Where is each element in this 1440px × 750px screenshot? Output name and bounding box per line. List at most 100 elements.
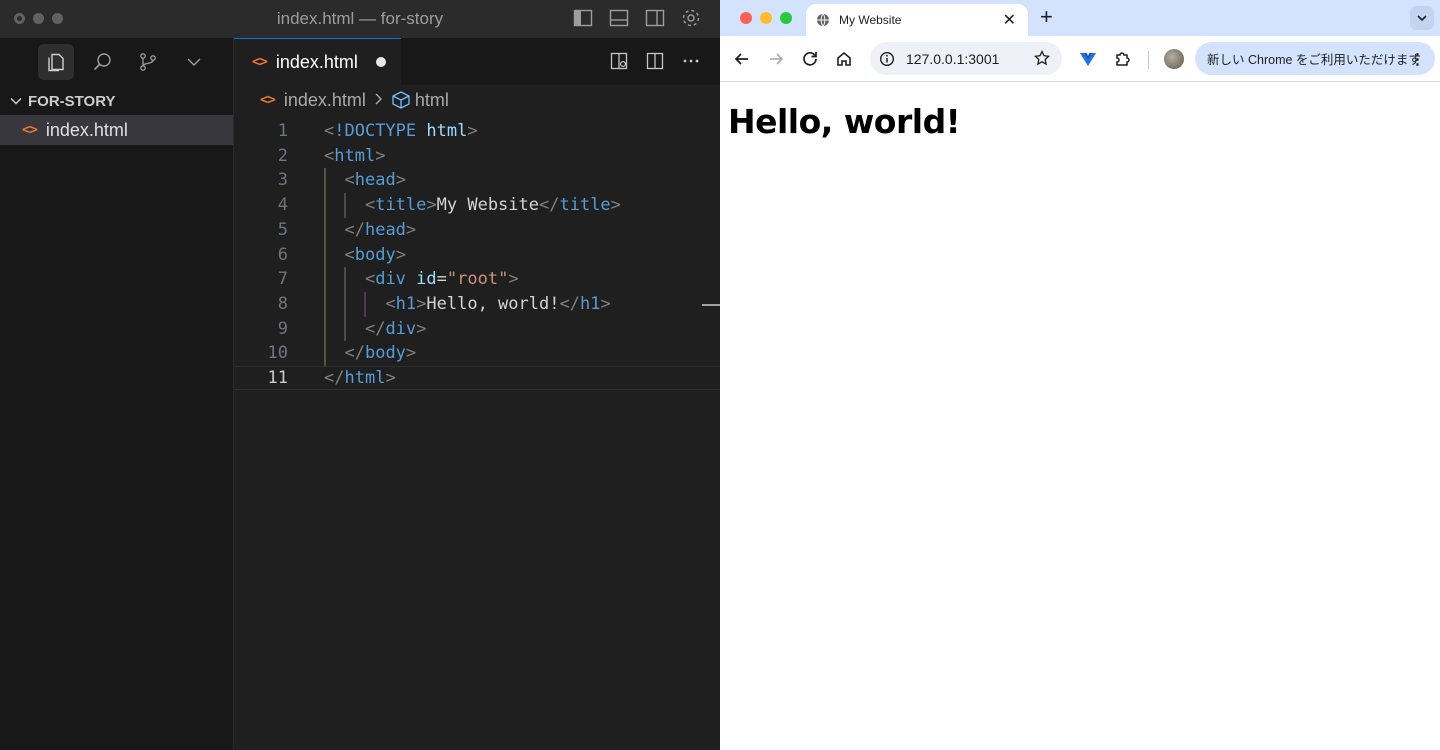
globe-icon — [817, 13, 829, 27]
editor-tabbar: <> index.html — [234, 38, 720, 85]
browser-tab-title: My Website — [839, 13, 902, 27]
toggle-panel-icon[interactable] — [608, 7, 630, 29]
breadcrumb: <> index.html html — [234, 85, 720, 115]
search-icon — [93, 53, 111, 71]
tab-search-button[interactable] — [1410, 6, 1434, 30]
maximize-window-button[interactable] — [780, 12, 792, 24]
code-line[interactable]: 11 </html> — [234, 366, 720, 390]
line-number: 5 — [277, 219, 288, 240]
code-text: <h1>Hello, world!</h1> — [385, 293, 611, 314]
chrome-update-button[interactable]: 新しい Chrome をご利用いただけます ⋮ — [1195, 42, 1435, 75]
update-chip-label: 新しい Chrome をご利用いただけます — [1207, 53, 1421, 67]
indent-guide — [344, 193, 346, 218]
indent-guide — [324, 168, 326, 366]
code-text: <html> — [324, 145, 386, 166]
code-text: <head> — [344, 170, 406, 191]
toolbar-divider — [1148, 51, 1149, 69]
code-text: <title>My Website</title> — [364, 195, 621, 216]
symbol-cube-icon — [392, 91, 410, 109]
url-text: 127.0.0.1:3001 — [906, 50, 1000, 67]
breadcrumb-symbol[interactable]: html — [390, 90, 449, 111]
html-file-icon: <> — [252, 54, 268, 70]
chevron-down-icon — [10, 97, 22, 105]
files-icon — [48, 53, 64, 72]
breadcrumb-symbol-label: html — [414, 89, 449, 110]
code-line[interactable]: 8 <h1>Hello, world!</h1> — [234, 292, 720, 316]
folder-row[interactable]: FOR-STORY — [0, 87, 233, 115]
chevron-right-icon — [373, 90, 383, 111]
folder-name: FOR-STORY — [28, 92, 116, 110]
open-preview-icon[interactable] — [608, 50, 630, 72]
close-tab-icon[interactable]: ✕ — [1003, 10, 1016, 30]
code-text: <body> — [344, 244, 406, 265]
line-number: 6 — [277, 244, 288, 265]
code-line[interactable]: 7 <div id="root"> — [234, 267, 720, 291]
toggle-secondary-sidebar-icon[interactable] — [644, 7, 666, 29]
source-control-icon — [140, 53, 156, 71]
explorer-view-button[interactable] — [38, 44, 74, 80]
address-bar[interactable]: 127.0.0.1:3001 — [870, 42, 1062, 75]
breadcrumb-file-label: index.html — [283, 89, 366, 110]
scrollbar-marker[interactable] — [702, 303, 720, 306]
file-name: index.html — [45, 119, 128, 140]
chrome-tabstrip: My Website ✕ + — [720, 0, 1440, 36]
line-number: 4 — [277, 195, 288, 216]
vscode-titlebar: index.html — for-story — [0, 0, 720, 38]
browser-tab[interactable]: My Website ✕ — [806, 4, 1028, 36]
html-file-icon: <> — [260, 92, 276, 108]
code-line[interactable]: 1 <!DOCTYPE html> — [234, 119, 720, 143]
home-icon[interactable] — [834, 49, 854, 69]
html-file-icon: <> — [22, 122, 38, 138]
new-tab-button[interactable]: + — [1040, 4, 1053, 30]
line-number: 3 — [277, 170, 288, 191]
code-line[interactable]: 4 <title>My Website</title> — [234, 193, 720, 217]
breadcrumb-file[interactable]: <> index.html — [260, 90, 366, 111]
back-arrow-icon[interactable] — [732, 49, 752, 69]
vue-devtools-extension-icon[interactable] — [1078, 49, 1098, 69]
code-text: </div> — [364, 318, 427, 339]
chevron-down-icon — [1417, 15, 1427, 22]
explorer-sidebar: FOR-STORY <> index.html — [0, 38, 234, 750]
line-number: 2 — [277, 145, 288, 166]
more-views-button[interactable] — [176, 44, 212, 80]
chrome-toolbar: 127.0.0.1:3001 新しい Chrome をご利用いただけます ⋮ — [720, 36, 1440, 82]
code-line[interactable]: 2 <html> — [234, 144, 720, 168]
more-actions-icon[interactable] — [680, 50, 702, 72]
source-control-view-button[interactable] — [130, 44, 166, 80]
close-window-button[interactable] — [740, 12, 752, 24]
line-number: 8 — [277, 293, 288, 314]
page-heading: Hello, world! — [728, 102, 961, 141]
code-line[interactable]: 9 </div> — [234, 317, 720, 341]
search-view-button[interactable] — [84, 44, 120, 80]
editor-tab-label: index.html — [275, 51, 358, 72]
bookmark-star-icon[interactable] — [1034, 50, 1050, 66]
code-line[interactable]: 10 </body> — [234, 341, 720, 365]
file-item-index-html[interactable]: <> index.html — [0, 115, 233, 145]
site-info-icon[interactable] — [879, 51, 895, 67]
code-line[interactable]: 6 <body> — [234, 243, 720, 267]
unsaved-dot-icon[interactable] — [375, 57, 386, 67]
code-text: </head> — [344, 219, 417, 240]
line-number: 7 — [277, 269, 288, 290]
minimize-window-button[interactable] — [760, 12, 772, 24]
reload-icon[interactable] — [800, 49, 820, 69]
line-number: 10 — [267, 343, 288, 364]
code-text: </body> — [344, 343, 417, 364]
chrome-window-controls — [740, 12, 792, 24]
split-editor-icon[interactable] — [644, 50, 666, 72]
indent-guide — [344, 267, 346, 342]
toggle-primary-sidebar-icon[interactable] — [572, 7, 594, 29]
code-line[interactable]: 3 <head> — [234, 168, 720, 192]
line-number: 1 — [277, 121, 288, 141]
sidebar-view-switcher — [0, 38, 233, 86]
code-text: <div id="root"> — [364, 269, 519, 290]
line-number: 11 — [267, 368, 288, 388]
kebab-menu-icon[interactable]: ⋮ — [1410, 50, 1425, 68]
code-line[interactable]: 5 </head> — [234, 218, 720, 242]
profile-avatar[interactable] — [1164, 49, 1184, 69]
page-viewport: Hello, world! — [720, 82, 1440, 750]
settings-gear-icon[interactable] — [680, 7, 702, 29]
extensions-puzzle-icon[interactable] — [1113, 49, 1133, 69]
editor-tab-index-html[interactable]: <> index.html — [234, 38, 401, 85]
forward-arrow-icon[interactable] — [766, 49, 786, 69]
